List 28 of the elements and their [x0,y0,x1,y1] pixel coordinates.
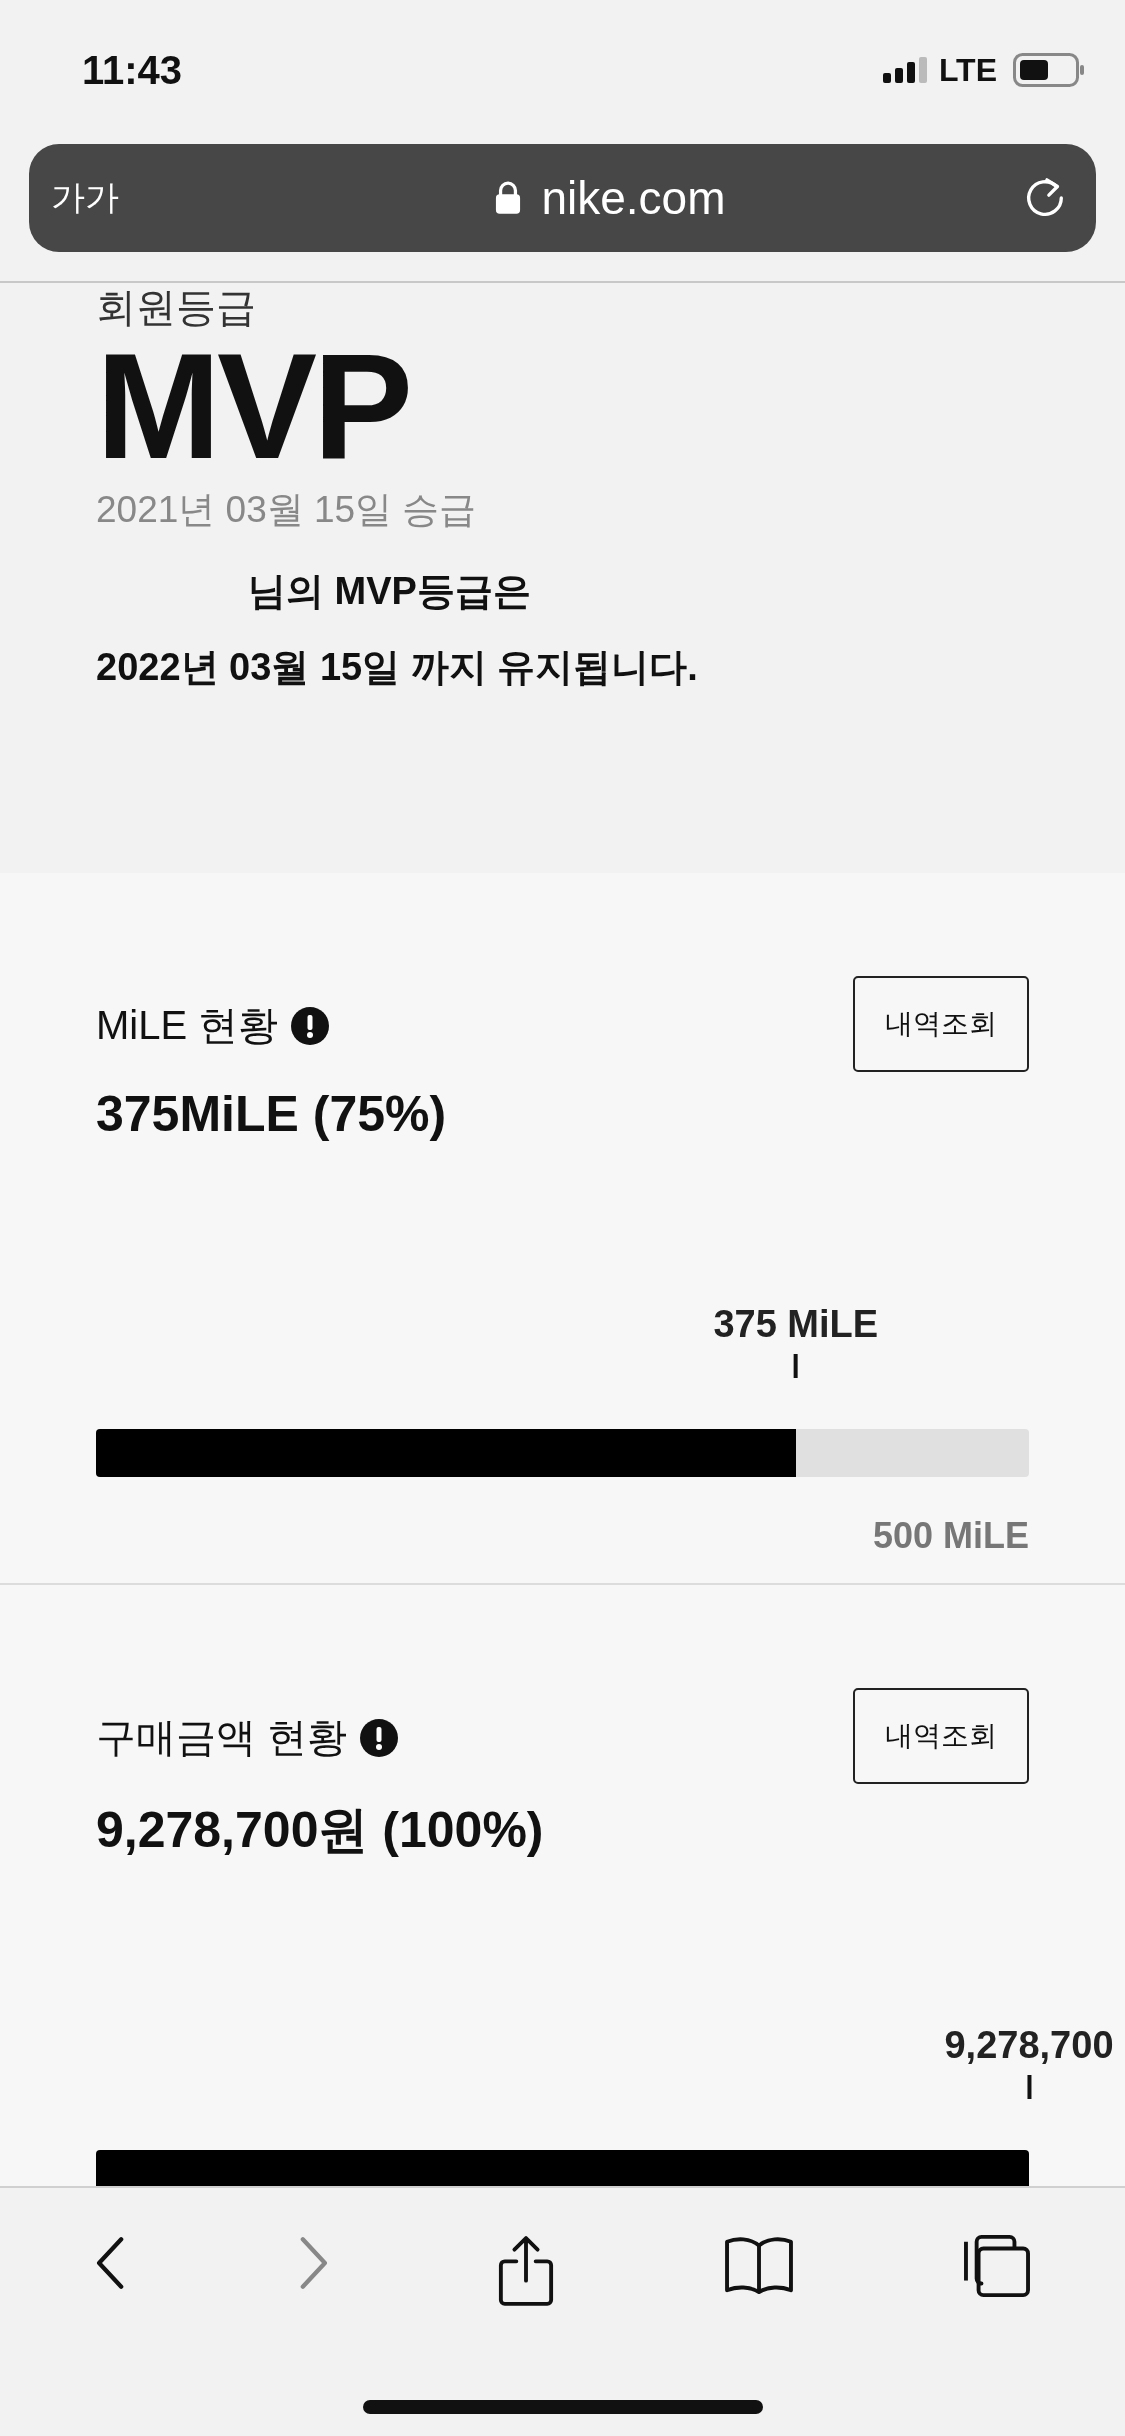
url-text: nike.com [541,171,726,225]
book-icon[interactable] [723,2234,796,2296]
address-bar[interactable]: 가가 nike.com [29,144,1096,252]
share-icon[interactable] [497,2234,556,2308]
marker-tick [1027,2075,1031,2099]
amount-value: 375MiLE (75%) [96,1085,447,1143]
history-button[interactable]: 내역조회 [853,1688,1029,1784]
membership-label: 회원등급 [96,284,257,331]
info-icon[interactable] [290,1005,331,1046]
promotion-date: 2021년 03월 15일 승급 [96,488,478,532]
history-button[interactable]: 내역조회 [853,976,1029,1072]
status-time: 11:43 [82,47,183,93]
marker-label: 9,278,700 [944,2024,1114,2067]
battery-icon [1013,53,1085,87]
section-title: 구매금액 현황 [96,1714,348,1761]
section-title: MiLE 현황 [96,1002,279,1049]
max-label: 500 MiLE [871,1515,1029,1557]
network-label: LTE [938,51,997,89]
info-icon[interactable] [359,1717,400,1758]
marker-tick [793,1354,798,1378]
marker-label: 375 MiLE [713,1303,879,1346]
lock-icon [495,181,522,215]
grade-title: MVP [96,331,411,481]
tabs-icon[interactable] [963,2234,1032,2298]
text-size-button[interactable]: 가가 [51,175,119,221]
grade-notice: 님의 MVP등급은 2022년 03월 15일 까지 유지됩니다. [96,569,699,690]
signal-icon [882,57,929,83]
amount-value: 9,278,700원 (100%) [96,1801,544,1860]
